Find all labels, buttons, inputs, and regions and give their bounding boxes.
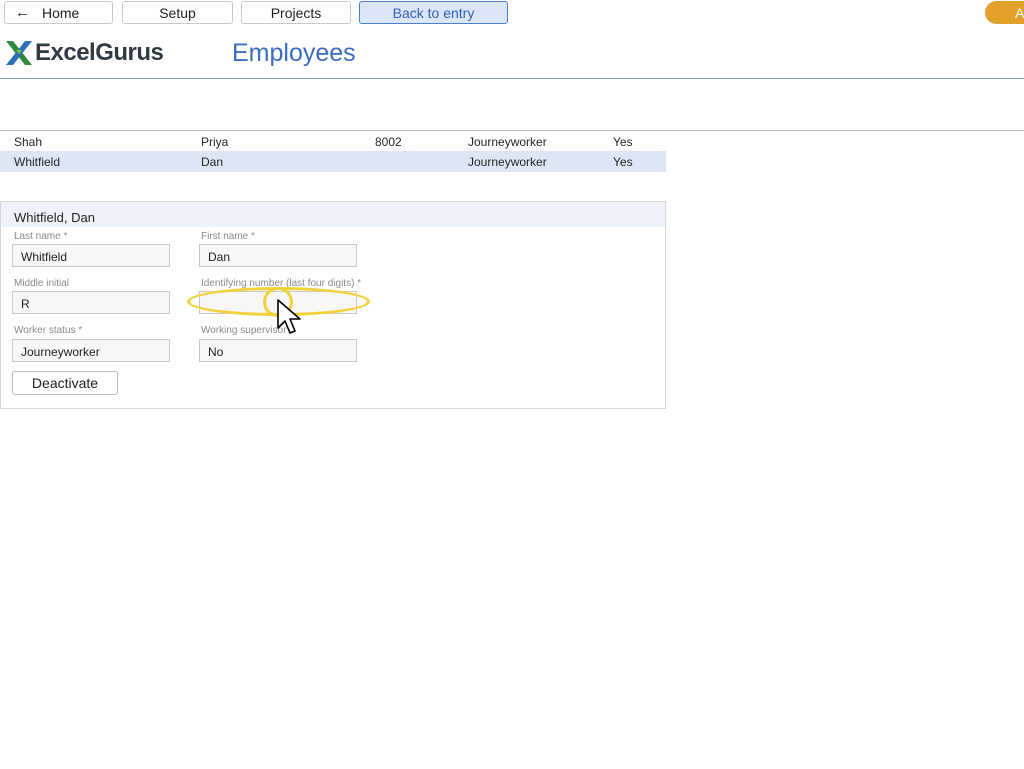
page-title: Employees <box>232 39 356 67</box>
last-name-cell: Shah <box>14 135 43 149</box>
active-cell: Yes <box>613 155 633 169</box>
working-supervisor-label: Working supervisor <box>201 325 287 336</box>
first-name-cell: Priya <box>201 135 229 149</box>
account-button-label: A <box>1015 4 1024 21</box>
active-cell: Yes <box>613 135 633 149</box>
last-name-cell: Whitfield <box>14 155 61 169</box>
worker-status-field[interactable]: Journeyworker <box>12 339 170 362</box>
last-name-field[interactable]: Whitfield <box>12 244 170 267</box>
home-button-label: Home <box>42 4 80 21</box>
middle-initial-label: Middle initial <box>14 278 70 289</box>
table-row-selected[interactable]: Whitfield Dan Journeyworker Yes <box>0 151 666 172</box>
worker-status-label: Worker status * <box>14 325 83 336</box>
account-button[interactable]: A <box>985 1 1024 24</box>
first-name-cell: Dan <box>201 155 224 169</box>
middle-initial-field[interactable]: R <box>12 291 170 314</box>
setup-button-label: Setup <box>159 4 196 21</box>
table-row[interactable]: Shah Priya 8002 Journeyworker Yes <box>0 131 666 152</box>
back-arrow-icon: ← <box>15 4 30 21</box>
deactivate-button[interactable]: Deactivate <box>12 371 118 395</box>
working-supervisor-field[interactable]: No <box>199 339 357 362</box>
logo-x-icon <box>6 41 32 65</box>
id-cell: 8002 <box>375 135 402 149</box>
excelgurus-logo: ExcelGurus <box>5 39 164 66</box>
status-cell: Journeyworker <box>468 155 547 169</box>
status-cell: Journeyworker <box>468 135 547 149</box>
logo-text: ExcelGurus <box>35 39 164 66</box>
first-name-field[interactable]: Dan <box>199 244 357 267</box>
home-button[interactable]: ← Home <box>4 1 113 24</box>
back-to-entry-label: Back to entry <box>392 4 475 21</box>
mouse-pointer-icon <box>277 299 301 334</box>
projects-button[interactable]: Projects <box>241 1 351 24</box>
projects-button-label: Projects <box>270 4 322 21</box>
header-divider <box>0 78 1024 79</box>
detail-title: Whitfield, Dan <box>1 202 665 227</box>
last-name-label: Last name * <box>14 231 68 242</box>
back-to-entry-button[interactable]: Back to entry <box>359 1 508 24</box>
first-name-label: First name * <box>201 231 255 242</box>
setup-button[interactable]: Setup <box>122 1 233 24</box>
